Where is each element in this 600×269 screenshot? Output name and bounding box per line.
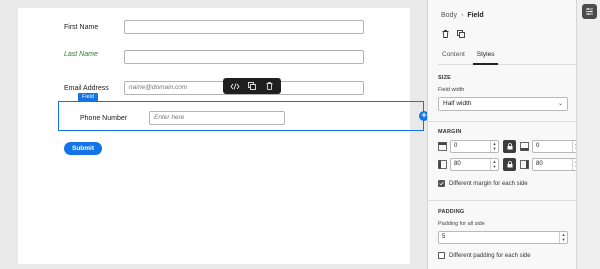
margin-top-input[interactable]: 0 ▲ ▼: [450, 140, 499, 153]
tab-styles[interactable]: Styles: [472, 48, 499, 65]
code-icon[interactable]: [229, 81, 241, 91]
field-width-value: Half width: [443, 100, 472, 107]
copy-icon[interactable]: [457, 30, 465, 38]
breadcrumb-current: Field: [467, 12, 484, 19]
form-canvas: [18, 8, 410, 264]
field-toolbar: [223, 78, 281, 94]
trash-icon[interactable]: [441, 30, 449, 38]
margin-left-icon: [438, 160, 447, 169]
stepper-icon[interactable]: ▲▼: [490, 159, 498, 170]
copy-icon[interactable]: [246, 81, 258, 91]
different-margin-label: Different margin for each side: [449, 180, 528, 187]
margin-right-icon: [520, 160, 529, 169]
divider: [428, 200, 577, 201]
divider: [428, 121, 577, 122]
different-padding-label: Different padding for each side: [449, 252, 531, 259]
panel-tabs: Content Styles: [438, 48, 577, 65]
chevron-right-icon: ›: [460, 12, 464, 19]
margin-bottom-input[interactable]: 0 ▲▼: [532, 140, 581, 153]
checkmark-icon[interactable]: [438, 180, 445, 187]
lock-icon[interactable]: [503, 158, 516, 171]
trash-icon[interactable]: [263, 81, 275, 91]
padding-all-input[interactable]: 5 ▲ ▼: [438, 231, 568, 244]
margin-bottom-icon: [520, 142, 529, 151]
field-tag: Field: [78, 93, 98, 101]
chevron-down-icon: ⌄: [557, 101, 563, 107]
field-width-select[interactable]: Half width ⌄: [438, 97, 568, 111]
padding-section-title: PADDING: [438, 209, 465, 215]
margin-right-input[interactable]: 80 ▲▼: [532, 158, 581, 171]
first-name-input[interactable]: [124, 20, 364, 34]
stepper-icon[interactable]: ▲▼: [490, 141, 498, 152]
last-name-input[interactable]: [124, 50, 364, 64]
phone-input[interactable]: Enter here: [149, 111, 285, 125]
lock-icon[interactable]: [503, 140, 516, 153]
padding-all-label: Padding for all side: [438, 221, 485, 227]
canvas-area: [0, 0, 427, 269]
stepper-icon[interactable]: ▲▼: [559, 232, 567, 243]
properties-panel: Body › Field Content Styles SIZE Field wid…: [427, 0, 581, 269]
margin-left-input[interactable]: 80 ▲ ▼: [450, 158, 499, 171]
panel-actions: [441, 30, 465, 38]
email-label: Email Address: [64, 85, 109, 92]
breadcrumb-parent[interactable]: Body: [441, 12, 457, 19]
margin-row-vertical: 0 ▲▼ 0 ▲▼: [438, 140, 581, 153]
first-name-label: First Name: [64, 24, 99, 31]
different-padding-checkbox[interactable]: Different padding for each side: [438, 252, 531, 259]
margin-top-icon: [438, 142, 447, 151]
breadcrumb: Body › Field: [441, 12, 484, 19]
different-margin-checkbox[interactable]: Different margin for each side: [438, 180, 528, 187]
margin-section-title: MARGIN: [438, 129, 462, 135]
field-width-label: Field width: [438, 87, 465, 93]
settings-sliders-icon[interactable]: [582, 4, 597, 19]
size-section-title: SIZE: [438, 75, 452, 81]
submit-button[interactable]: Submit: [64, 142, 102, 155]
margin-row-horizontal: 80 ▲▼ 80 ▲▼: [438, 158, 581, 171]
checkbox-icon[interactable]: [438, 252, 445, 259]
last-name-label: Last Name: [64, 51, 98, 58]
phone-label: Phone Number: [80, 115, 128, 122]
right-rail: [576, 0, 600, 269]
tab-content[interactable]: Content: [438, 48, 469, 65]
